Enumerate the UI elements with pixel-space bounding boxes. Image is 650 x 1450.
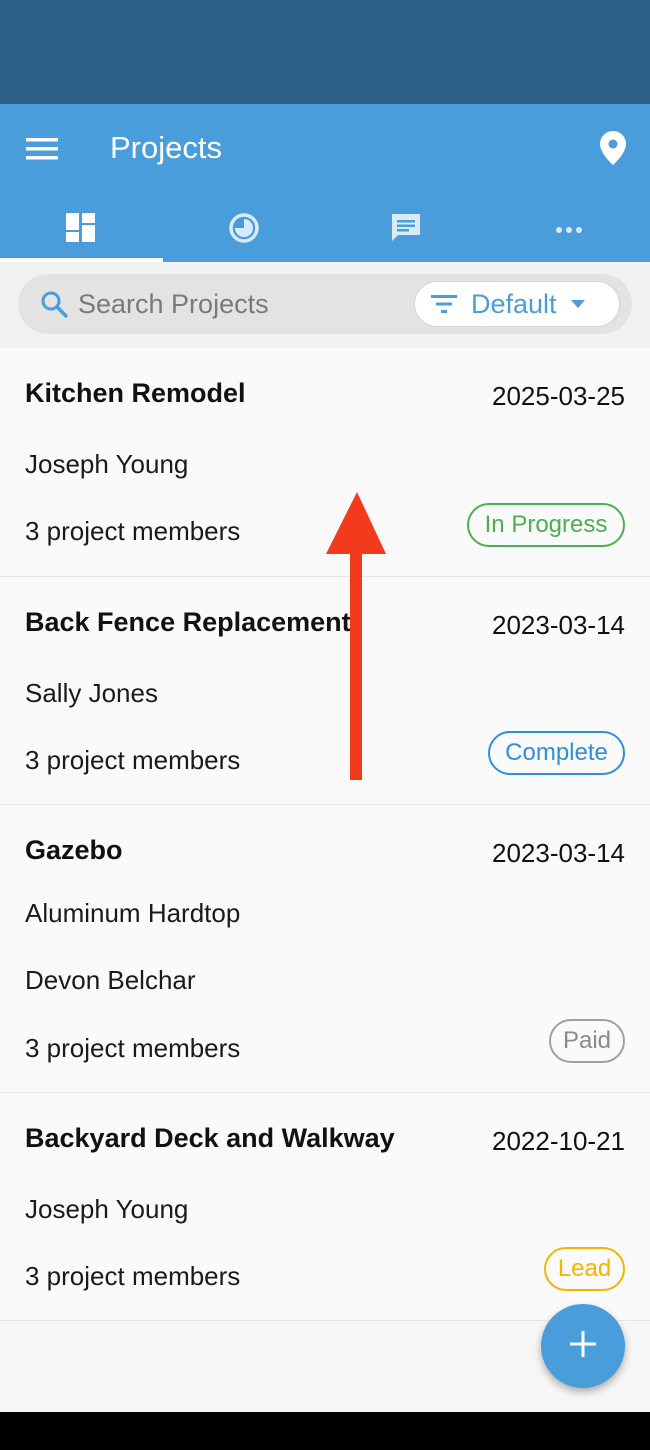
tab-messages[interactable] <box>325 198 488 262</box>
project-card[interactable]: Backyard Deck and Walkway 2022-10-21 Jos… <box>0 1093 650 1321</box>
project-description: Aluminum Hardtop <box>25 898 241 928</box>
search-icon <box>40 290 68 323</box>
swipe-up-arrow-icon <box>326 492 386 780</box>
app-bar: Projects <box>0 104 650 262</box>
more-icon <box>555 221 582 239</box>
project-date: 2023-03-14 <box>492 838 625 868</box>
filter-dropdown[interactable]: Default <box>414 281 620 327</box>
project-members: 3 project members <box>25 516 241 546</box>
chat-icon <box>390 212 422 249</box>
project-name: Kitchen Remodel <box>25 378 246 408</box>
project-client: Sally Jones <box>25 678 158 708</box>
page-title: Projects <box>110 130 222 165</box>
project-date: 2023-03-14 <box>492 610 625 640</box>
menu-icon[interactable] <box>22 134 62 164</box>
project-name: Backyard Deck and Walkway <box>25 1123 395 1153</box>
project-card[interactable]: Back Fence Replacement 2023-03-14 Sally … <box>0 577 650 805</box>
status-bar <box>0 0 650 104</box>
system-nav-bar <box>0 1412 650 1450</box>
project-members: 3 project members <box>25 745 241 775</box>
tab-dashboard[interactable] <box>0 198 163 262</box>
project-members: 3 project members <box>25 1261 241 1291</box>
status-badge: In Progress <box>467 503 625 547</box>
project-date: 2025-03-25 <box>492 381 625 411</box>
project-name: Back Fence Replacement <box>25 607 351 637</box>
status-badge: Complete <box>488 731 625 775</box>
project-client: Joseph Young <box>25 449 189 479</box>
tab-bar <box>0 198 650 262</box>
status-badge: Paid <box>549 1019 625 1063</box>
dashboard-icon <box>66 212 96 248</box>
search-bar: Default <box>18 274 632 334</box>
chevron-down-icon <box>570 300 585 308</box>
add-project-button[interactable] <box>541 1304 625 1388</box>
search-input[interactable] <box>78 286 398 322</box>
location-pin-icon[interactable] <box>596 130 630 166</box>
filter-icon <box>431 294 457 314</box>
project-list: Kitchen Remodel 2025-03-25 Joseph Young … <box>0 348 650 1321</box>
plus-icon <box>570 1330 596 1362</box>
project-name: Gazebo <box>25 835 123 865</box>
project-members: 3 project members <box>25 1033 241 1063</box>
project-date: 2022-10-21 <box>492 1126 625 1156</box>
timer-icon <box>228 212 260 249</box>
search-area: Default <box>0 262 650 348</box>
project-client: Devon Belchar <box>25 965 196 995</box>
filter-label: Default <box>471 288 557 319</box>
tab-more[interactable] <box>488 198 650 262</box>
project-card[interactable]: Kitchen Remodel 2025-03-25 Joseph Young … <box>0 348 650 577</box>
status-badge: Lead <box>544 1247 625 1291</box>
tab-timer[interactable] <box>163 198 326 262</box>
project-client: Joseph Young <box>25 1194 189 1224</box>
project-card[interactable]: Gazebo 2023-03-14 Aluminum Hardtop Devon… <box>0 805 650 1093</box>
